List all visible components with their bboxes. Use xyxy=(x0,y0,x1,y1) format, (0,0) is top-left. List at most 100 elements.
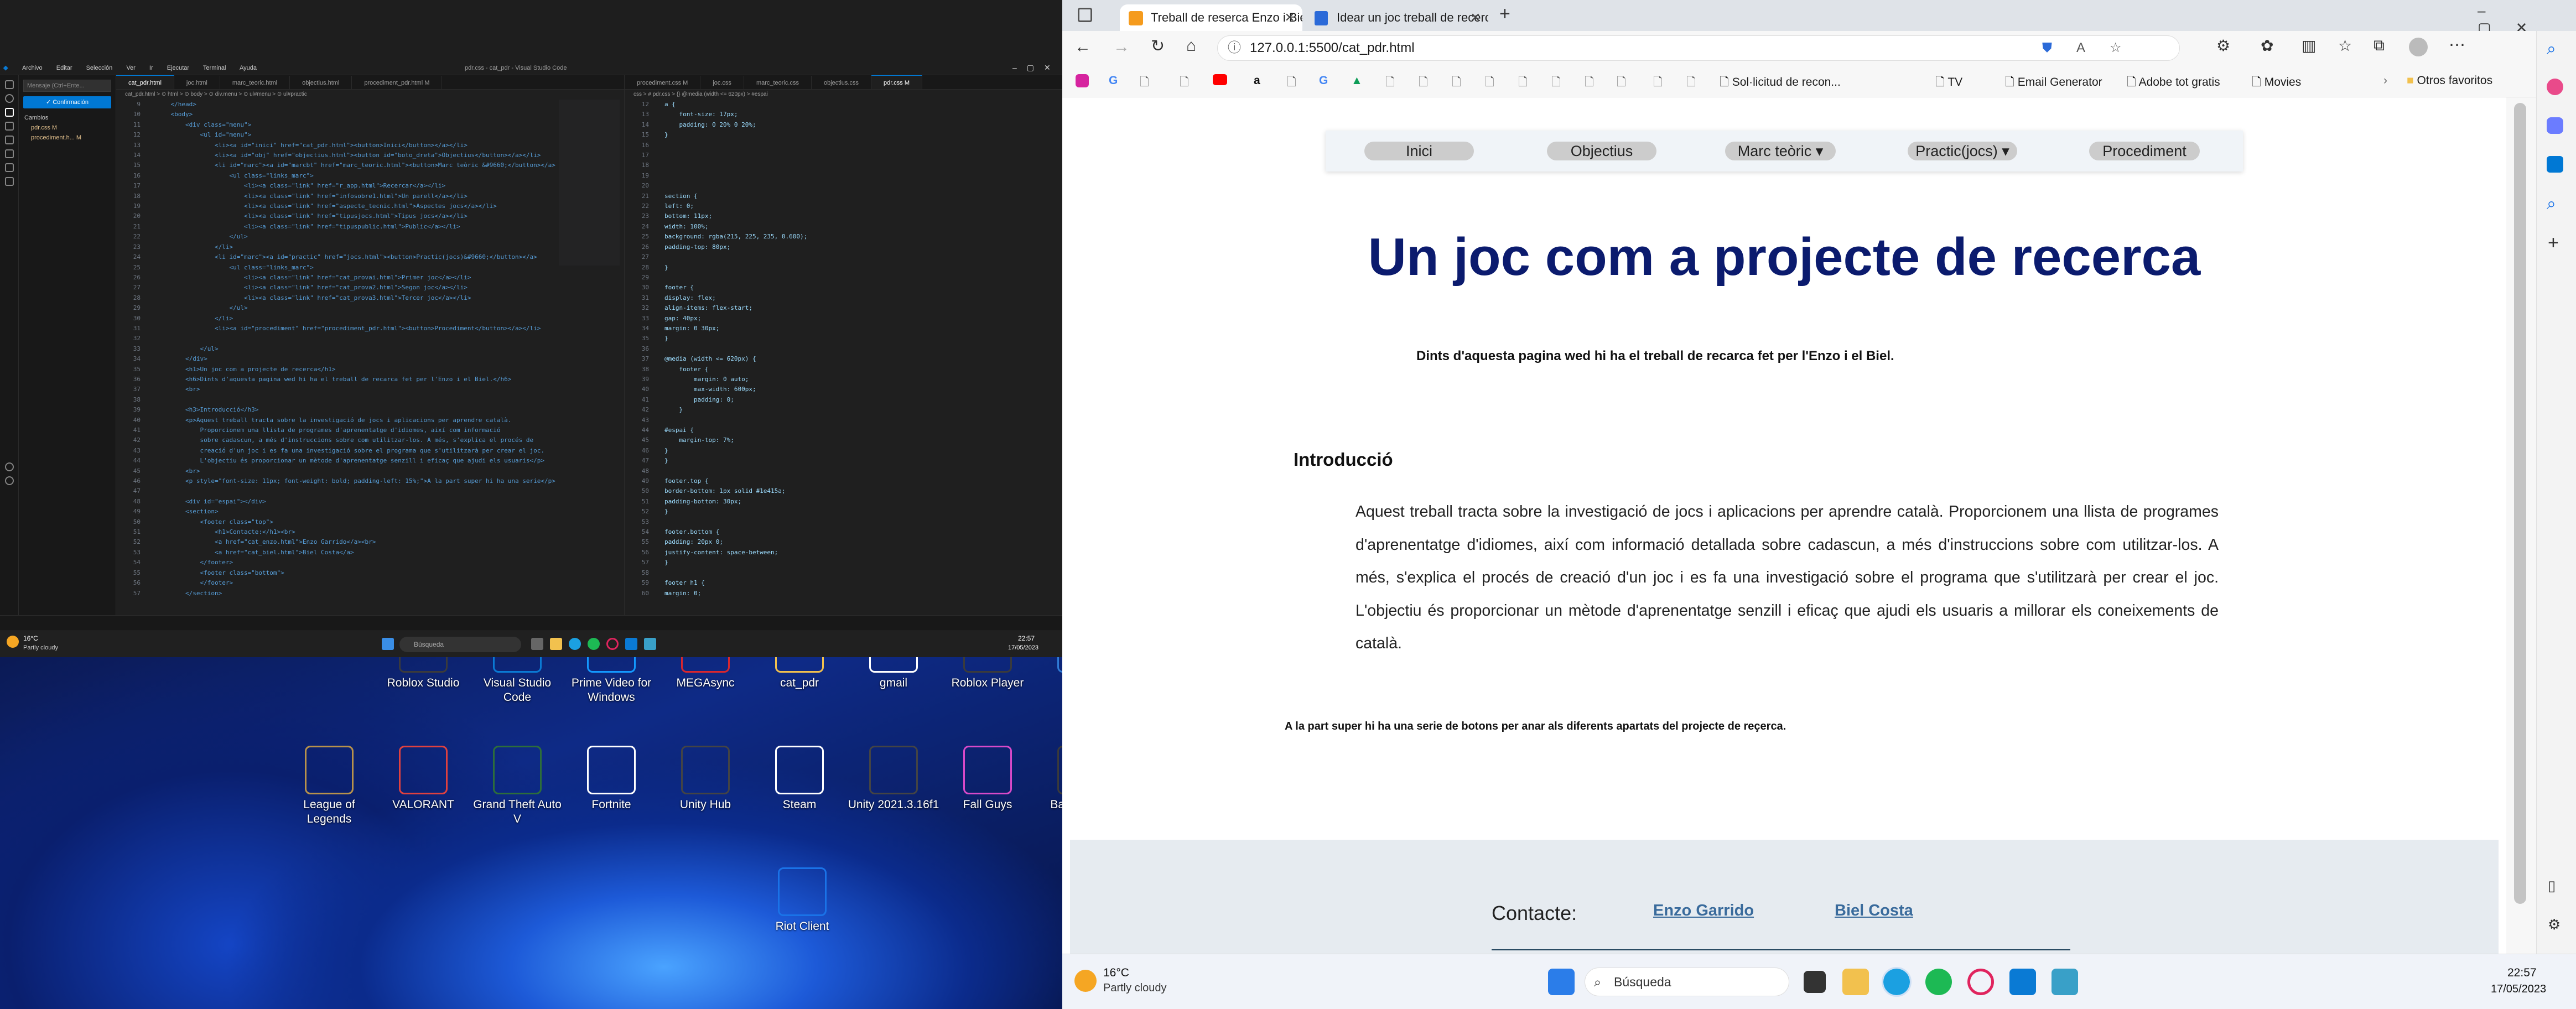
page-icon[interactable]: 🗋 xyxy=(1419,74,1428,93)
page-icon[interactable]: 🗋 xyxy=(1551,74,1561,93)
code-line[interactable]: 9 </head> xyxy=(116,100,624,110)
code-line[interactable]: 52 <a href="cat_enzo.html">Enzo Garrido<… xyxy=(116,537,624,547)
run-debug-icon[interactable] xyxy=(4,122,14,131)
search-icon[interactable] xyxy=(4,94,14,103)
instagram-icon[interactable] xyxy=(1076,74,1089,87)
code-line[interactable]: 38 xyxy=(116,395,624,405)
contact-link-biel[interactable]: Biel Costa xyxy=(1835,902,1913,920)
code-line[interactable]: 33 gap: 40px; xyxy=(625,314,1062,324)
code-line[interactable]: 26 padding-top: 80px; xyxy=(625,242,1062,252)
edge-icon[interactable] xyxy=(569,638,581,650)
nav-marc-teoric-button[interactable]: Marc teòric ▾ xyxy=(1725,142,1836,160)
code-line[interactable]: 54 </footer> xyxy=(116,558,624,568)
code-line[interactable]: 14 padding: 0 20% 0 20%; xyxy=(625,120,1062,130)
code-line[interactable]: 56 </footer> xyxy=(116,578,624,588)
code-line[interactable]: 29 </ul> xyxy=(116,303,624,313)
page-icon[interactable]: 🗋 xyxy=(1686,74,1696,93)
code-line[interactable]: 26 <li><a class="link" href="cat_provai.… xyxy=(116,273,624,283)
clock-date[interactable]: 17/05/2023 xyxy=(2491,983,2546,996)
code-line[interactable]: 42 } xyxy=(625,405,1062,415)
html-code-area[interactable]: 9 </head> 10 <body> 11 <div class="menu"> 1… xyxy=(116,100,624,599)
code-line[interactable]: 12 <ul id="menu"> xyxy=(116,130,624,140)
favorite-link[interactable]: 🗋 TV xyxy=(1935,74,1962,93)
info-icon[interactable]: ⓘ xyxy=(1228,36,1241,60)
extension-icon[interactable]: ✿ xyxy=(2261,37,2273,55)
code-line[interactable]: 39 <h3>Introducció</h3> xyxy=(116,405,624,415)
menu-ir[interactable]: Ir xyxy=(149,65,153,71)
vscode-menubar[interactable]: Archivo Editar Selección Ver Ir Ejecutar… xyxy=(22,65,269,71)
sidebar-settings-gear-icon[interactable]: ⚙ xyxy=(2548,916,2561,933)
code-line[interactable]: 10 <body> xyxy=(116,110,624,119)
page-scrollbar[interactable] xyxy=(2506,97,2536,954)
code-line[interactable]: 58 xyxy=(625,568,1062,578)
css-code-area[interactable]: 12 a {13 font-size: 17px; 14 padding: 0 20… xyxy=(625,100,1062,599)
code-line[interactable]: 41 padding: 0; xyxy=(625,395,1062,405)
code-line[interactable]: 34 </div> xyxy=(116,354,624,364)
code-line[interactable]: 40 max-width: 600px; xyxy=(625,384,1062,394)
collections-icon[interactable]: ⧉ xyxy=(2374,37,2385,55)
code-line[interactable]: 44 #espai { xyxy=(625,425,1062,435)
spotify-icon[interactable] xyxy=(1925,969,1952,995)
code-line[interactable]: 37 <br> xyxy=(116,384,624,394)
code-line[interactable]: 21 section { xyxy=(625,191,1062,201)
weather-icon[interactable] xyxy=(7,636,19,648)
code-line[interactable]: 20 xyxy=(625,181,1062,191)
clock-time[interactable]: 22:57 xyxy=(1018,634,1035,642)
code-line[interactable]: 27 xyxy=(625,252,1062,262)
task-view-icon[interactable] xyxy=(531,638,543,650)
favorite-star-icon[interactable]: ☆ xyxy=(2110,36,2122,60)
code-line[interactable]: 32 align-items: flex-start; xyxy=(625,303,1062,313)
source-control-icon[interactable] xyxy=(4,108,14,117)
desktop-icon[interactable]: Roblox Player xyxy=(941,657,1035,690)
favorites-icon[interactable]: ☆ xyxy=(2338,37,2352,55)
outlook-icon[interactable] xyxy=(2547,156,2563,173)
code-line[interactable]: 60 margin: 0; xyxy=(625,589,1062,599)
google-icon[interactable]: G xyxy=(1319,74,1328,87)
desktop-icon[interactable]: Roblox Studio xyxy=(376,657,470,690)
code-line[interactable]: 30 footer { xyxy=(625,283,1062,293)
code-line[interactable]: 28} xyxy=(625,263,1062,273)
desktop-icon[interactable]: League of Legends xyxy=(282,746,376,826)
tab-procediment-css[interactable]: procediment.css M xyxy=(625,76,701,89)
back-icon[interactable]: ← xyxy=(1074,38,1091,56)
tab-objectius-css[interactable]: objectius.css xyxy=(812,76,871,89)
nav-procediment-button[interactable]: Procediment xyxy=(2089,142,2200,160)
google-icon[interactable]: G xyxy=(1109,74,1118,87)
page-icon[interactable]: 🗋 xyxy=(1140,74,1149,93)
code-line[interactable]: 34 margin: 0 30px; xyxy=(625,324,1062,334)
tab-actions-icon[interactable] xyxy=(1078,8,1092,22)
code-line[interactable]: 20 <li><a class="link" href="tipusjocs.h… xyxy=(116,211,624,221)
file-explorer-icon[interactable] xyxy=(550,638,562,650)
code-line[interactable]: 18 <li><a class="link" href="infosobre1.… xyxy=(116,191,624,201)
desktop-icon[interactable]: Prime Video for Windows xyxy=(564,657,658,705)
commit-button[interactable]: ✓ Confirmación xyxy=(23,96,111,108)
code-line[interactable]: 23 bottom: 11px; xyxy=(625,211,1062,221)
code-line[interactable]: 40 <p>Aquest treball tracta sobre la inv… xyxy=(116,415,624,425)
start-button-icon[interactable] xyxy=(382,638,394,650)
code-line[interactable]: 15 <li id="marc"><a id="marcbt" href="ma… xyxy=(116,160,624,170)
profile-avatar[interactable] xyxy=(2409,38,2428,56)
code-line[interactable]: 48 xyxy=(625,466,1062,476)
weather-temp[interactable]: 16°C xyxy=(23,634,38,642)
code-line[interactable]: 50 border-bottom: 1px solid #1e415a; xyxy=(625,486,1062,496)
code-line[interactable]: 17 xyxy=(625,150,1062,160)
home-icon[interactable]: ⌂ xyxy=(1186,37,1196,55)
menu-ver[interactable]: Ver xyxy=(126,65,136,71)
split-screen-icon[interactable]: ▥ xyxy=(2302,37,2316,55)
code-line[interactable]: 36 xyxy=(625,344,1062,354)
address-bar[interactable]: ⓘ 127.0.0.1:5500/cat_pdr.html ⛊ A ☆ xyxy=(1217,35,2180,61)
code-line[interactable]: 59 footer h1 { xyxy=(625,578,1062,588)
taskbar-search-input[interactable]: ⌕ Búsqueda xyxy=(1585,968,1789,996)
page-icon[interactable]: 🗋 xyxy=(1287,74,1296,93)
code-line[interactable]: 29 xyxy=(625,273,1062,283)
tab-procediment-pdr-html[interactable]: procediment_pdr.html M xyxy=(352,76,443,89)
tab-joc-css[interactable]: joc.css xyxy=(700,76,744,89)
testing-icon[interactable] xyxy=(4,163,14,172)
app-taskbar-icon[interactable] xyxy=(2052,969,2078,995)
code-line[interactable]: 25 <ul class="links_marc"> xyxy=(116,263,624,273)
code-line[interactable]: 50 <footer class="top"> xyxy=(116,517,624,527)
code-line[interactable]: 51 <h1>Contacte:</h1><br> xyxy=(116,527,624,537)
code-line[interactable]: 14 <li><a id="obj" href="objectius.html"… xyxy=(116,150,624,160)
code-line[interactable]: 27 <li><a class="link" href="cat_prova2.… xyxy=(116,283,624,293)
code-line[interactable]: 53 xyxy=(625,517,1062,527)
